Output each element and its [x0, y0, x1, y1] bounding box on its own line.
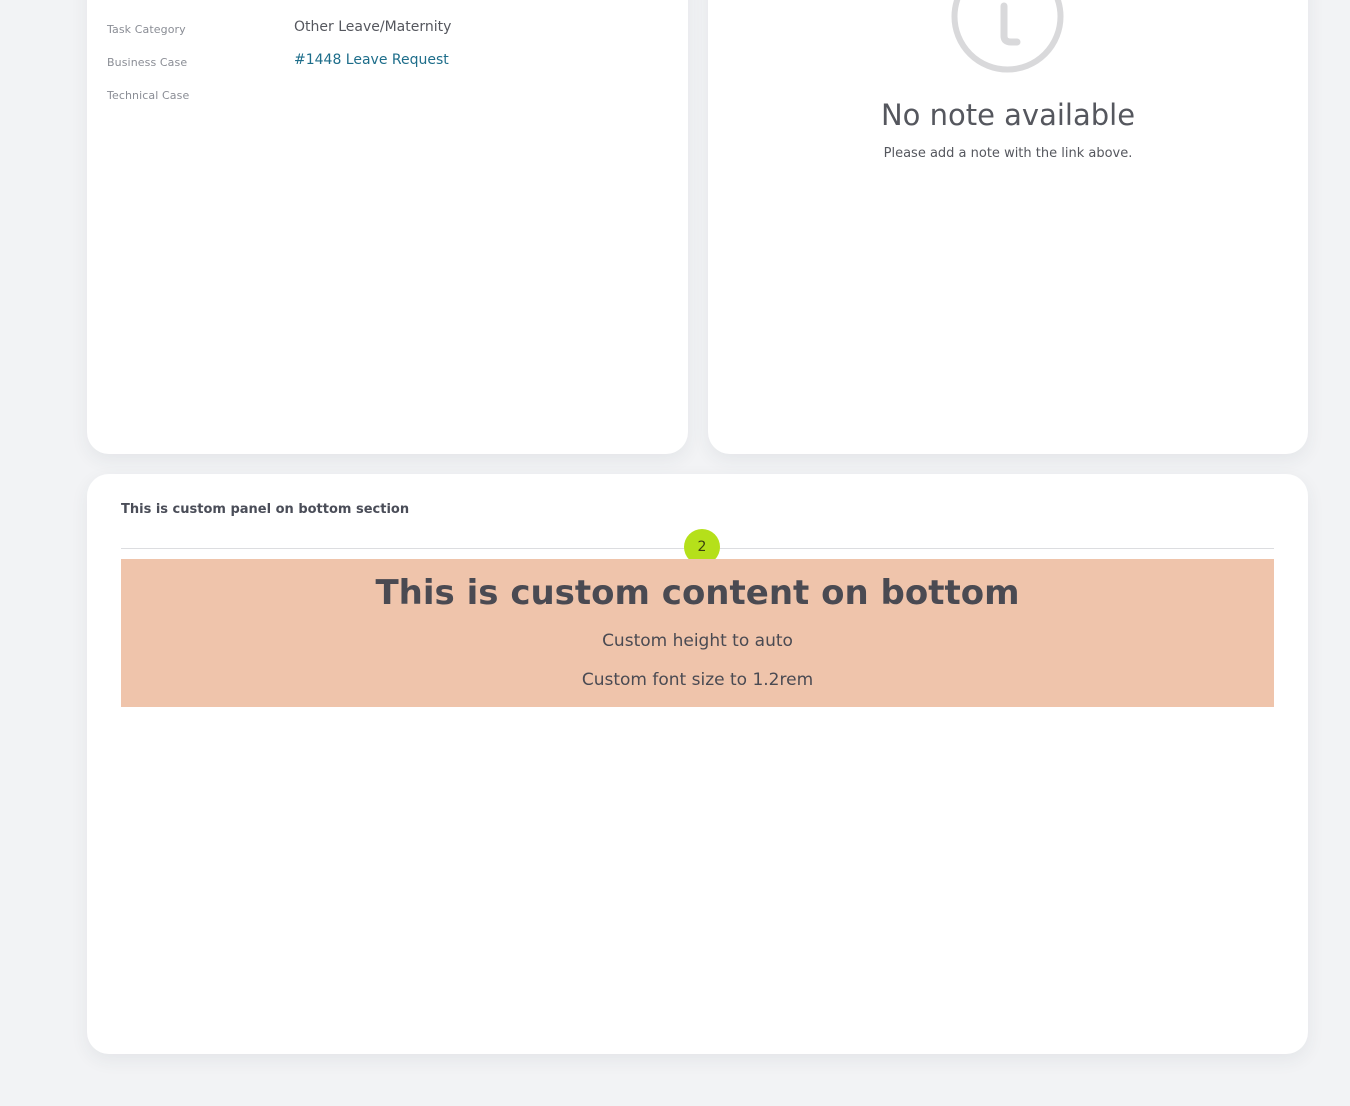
bottom-panel-title: This is custom panel on bottom section: [121, 502, 410, 517]
custom-content-heading: This is custom content on bottom: [375, 573, 1020, 613]
task-category-value: Other Leave/Maternity: [294, 19, 452, 35]
notes-panel: No note available Please add a note with…: [708, 0, 1308, 454]
custom-font-size-text: Custom font size to 1.2rem: [581, 670, 814, 690]
bottom-custom-panel: This is custom panel on bottom section 2…: [87, 474, 1308, 1054]
no-note-subtitle: Please add a note with the link above.: [883, 146, 1133, 161]
business-case-label: Business Case: [107, 56, 188, 69]
technical-case-label: Technical Case: [107, 89, 190, 102]
custom-height-text: Custom height to auto: [602, 631, 793, 651]
case-details-panel: Task Category Other Leave/Maternity Busi…: [87, 0, 688, 454]
no-note-title: No note available: [880, 98, 1136, 132]
task-category-label: Task Category: [107, 23, 186, 36]
info-icon: [951, 0, 1064, 73]
custom-content-box: This is custom content on bottom Custom …: [121, 559, 1274, 707]
business-case-link[interactable]: #1448 Leave Request: [294, 52, 449, 68]
